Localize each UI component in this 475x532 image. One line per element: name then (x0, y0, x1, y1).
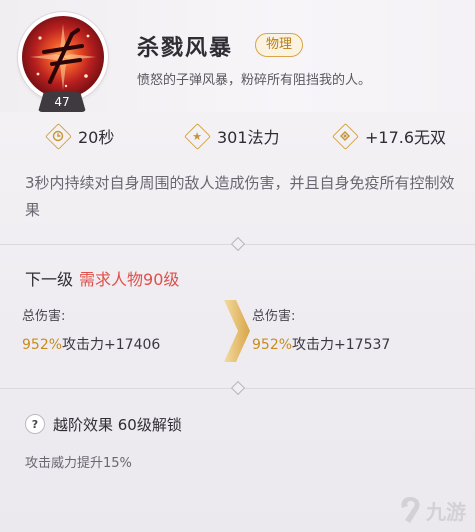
help-icon[interactable]: ? (25, 414, 45, 434)
mana-cost-value: 301法力 (217, 128, 280, 147)
skill-level-badge: 47 (38, 92, 86, 112)
clock-icon (44, 122, 72, 150)
next-damage-rest: 攻击力+17537 (292, 337, 391, 353)
ward-icon (331, 122, 359, 150)
star-icon: ★ (183, 122, 211, 150)
next-damage-percent: 952% (252, 337, 293, 353)
watermark-text: 九游 (426, 499, 466, 524)
stat-mana-cost: ★ 301法力 (183, 118, 280, 154)
watermark: 九游 (396, 490, 475, 530)
level-requirement: 需求人物90级 (79, 270, 180, 289)
stats-row: 20秒 ★ 301法力 +17.6无双 (0, 118, 475, 154)
divider-gem-icon (230, 236, 246, 252)
skill-icon-frame[interactable] (18, 12, 108, 102)
stat-wushuang: +17.6无双 (331, 118, 447, 154)
next-level-header: 下一级 需求人物90级 (25, 266, 179, 290)
current-damage: 总伤害: 952%攻击力+17406 (22, 305, 237, 369)
next-damage-value: 952%攻击力+17537 (252, 334, 467, 354)
wushuang-value: +17.6无双 (365, 128, 447, 147)
current-damage-value: 952%攻击力+17406 (22, 334, 237, 354)
next-level-label: 下一级 (25, 270, 74, 289)
current-damage-label: 总伤害: (22, 309, 66, 324)
skill-name: 杀戮风暴 (137, 36, 234, 61)
next-damage: 总伤害: 952%攻击力+17537 (252, 305, 467, 369)
next-damage-label: 总伤害: (252, 309, 296, 324)
stat-cooldown: 20秒 (44, 118, 115, 154)
cooldown-value: 20秒 (78, 128, 115, 147)
bullet-storm-icon (30, 24, 96, 90)
chevron-right-icon (224, 300, 250, 362)
bullet-storm-skill-icon (22, 16, 104, 98)
divider-gem-icon (230, 380, 246, 396)
current-damage-percent: 952% (22, 337, 63, 353)
transcend-effect: ? 越阶效果 60级解锁 (25, 413, 182, 435)
transcend-description: 攻击威力提升15% (25, 456, 132, 471)
skill-tagline: 愤怒的子弹风暴，粉碎所有阻挡我的人。 (137, 73, 372, 88)
skill-description: 3秒内持续对自身周围的敌人造成伤害，并且自身免疫所有控制效果 (25, 174, 455, 219)
transcend-title: 越阶效果 60级解锁 (53, 415, 182, 434)
jiuyou-logo-icon (401, 497, 420, 523)
damage-type-badge: 物理 (255, 33, 304, 57)
current-damage-rest: 攻击力+17406 (62, 337, 161, 353)
